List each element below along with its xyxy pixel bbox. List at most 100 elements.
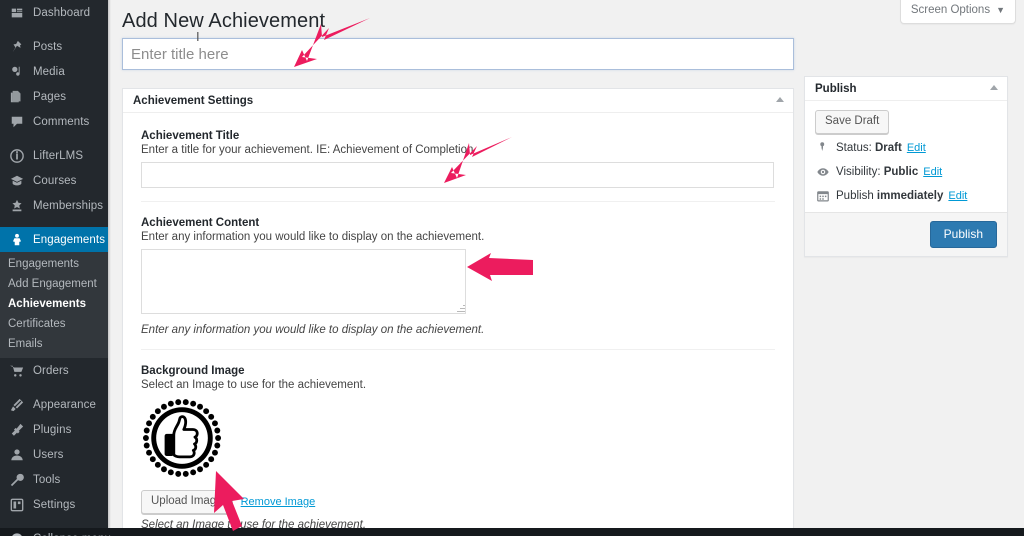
publish-row: Visibility: Public Edit	[815, 160, 997, 184]
media-icon	[8, 63, 26, 81]
major-publishing-actions: Publish	[805, 212, 1007, 256]
publish-metabox-body: Save Draft Status: Draft Edit Visibility: …	[805, 101, 1007, 212]
metabox-title: Achievement Settings	[133, 94, 254, 107]
chevron-up-icon[interactable]	[990, 84, 998, 90]
publish-row: Status: Draft Edit	[815, 136, 997, 160]
publish-metabox-header[interactable]: Publish	[805, 77, 1007, 101]
pages-icon	[8, 88, 26, 106]
courses-icon	[8, 172, 26, 190]
minor-publishing-actions: Save Draft	[815, 110, 997, 136]
sidebar-item-label: Courses	[33, 174, 77, 187]
field-label: Background Image	[141, 365, 245, 377]
sidebar-item-label: Dashboard	[33, 6, 91, 19]
collapse-menu-label: Collapse menu	[33, 533, 111, 536]
sidebar-item-memberships[interactable]: Memberships	[0, 193, 108, 218]
sidebar-item-dashboard[interactable]: Dashboard	[0, 0, 108, 25]
edit-link[interactable]: Edit	[948, 189, 967, 203]
publish-row-value: Draft	[875, 142, 902, 154]
field-background-image: Background Image Select an Image to use …	[141, 362, 775, 533]
save-draft-button[interactable]: Save Draft	[815, 110, 890, 134]
sidebar-item-settings[interactable]: Settings	[0, 492, 108, 517]
misc-publishing-actions: Status: Draft Edit Visibility: Public Edit P…	[815, 136, 997, 208]
submenu-item-achievements[interactable]: Achievements	[0, 294, 108, 314]
sidebar-item-label: Settings	[33, 498, 76, 511]
menu-separator	[0, 134, 108, 143]
screen-options-button[interactable]: Screen Options ▼	[899, 0, 1016, 24]
sidebar-item-pages[interactable]: Pages	[0, 84, 108, 109]
wp-admin-screen: Dashboard Posts Media Pages Comments LifterLM…	[0, 0, 1024, 536]
sidebar-item-label: Media	[33, 65, 65, 78]
field-description: Enter a title for your achievement. IE: …	[141, 144, 474, 156]
metabox-body: Achievement Title Enter a title for your…	[123, 113, 793, 536]
menu-separator	[0, 218, 108, 227]
publish-row: Publish immediately Edit	[815, 184, 997, 208]
admin-content-area: Screen Options ▼ Add New Achievement I A…	[108, 0, 1024, 536]
collapse-icon	[8, 530, 26, 536]
sidebar-item-comments[interactable]: Comments	[0, 109, 108, 134]
collapse-menu-button[interactable]: Collapse menu	[0, 526, 111, 536]
sidebar-item-label: Memberships	[33, 199, 104, 212]
publish-row-text: Status: Draft	[836, 142, 902, 154]
admin-sidebar: Dashboard Posts Media Pages Comments LifterLM…	[0, 0, 116, 536]
sidebar-item-lifterlms[interactable]: LifterLMS	[0, 143, 108, 168]
lifterlms-icon	[8, 147, 26, 165]
sidebar-item-media[interactable]: Media	[0, 59, 108, 84]
title-field-wrap: I	[122, 30, 794, 70]
sidebar-item-plugins[interactable]: Plugins	[0, 417, 108, 442]
upload-row: Upload Image Remove Image	[141, 490, 775, 514]
sidebar-item-label: Tools	[33, 473, 61, 486]
page-title: Add New Achievement	[122, 10, 326, 32]
field-description: Enter any information you would like to …	[141, 231, 485, 243]
field-achievement-content: Achievement Content Enter any informatio…	[141, 214, 775, 350]
sidebar-item-courses[interactable]: Courses	[0, 168, 108, 193]
field-achievement-title: Achievement Title Enter a title for your…	[141, 127, 775, 202]
textarea-wrap	[141, 249, 466, 314]
sidebar-item-users[interactable]: Users	[0, 442, 108, 467]
post-body: I Achievement Settings Achievement Title…	[122, 30, 1016, 536]
upload-image-button[interactable]: Upload Image	[141, 490, 233, 514]
sidebar-item-tools[interactable]: Tools	[0, 467, 108, 492]
edit-link[interactable]: Edit	[923, 165, 942, 179]
field-label: Achievement Title	[141, 130, 240, 142]
tools-icon	[8, 471, 26, 489]
users-icon	[8, 446, 26, 464]
post-status-icon	[815, 142, 831, 154]
chevron-up-icon[interactable]	[776, 96, 784, 102]
edit-link[interactable]: Edit	[907, 141, 926, 155]
sidebar-item-label: Orders	[33, 364, 69, 377]
remove-image-link[interactable]: Remove Image	[241, 496, 316, 508]
menu-separator	[0, 383, 108, 392]
dashboard-icon	[8, 4, 26, 22]
menu-separator	[0, 517, 108, 526]
achievement-content-textarea[interactable]	[141, 249, 466, 314]
sidebar-item-label: LifterLMS	[33, 149, 84, 162]
sidebar-item-label: Engagements	[33, 233, 106, 246]
chevron-down-icon: ▼	[996, 5, 1005, 15]
field-note: Enter any information you would like to …	[141, 324, 485, 336]
sidebar-item-label: Users	[33, 448, 64, 461]
publish-button[interactable]: Publish	[929, 221, 997, 248]
cart-icon	[8, 362, 26, 380]
menu-separator	[0, 25, 108, 34]
publish-row-value: immediately	[876, 190, 944, 202]
metabox-header[interactable]: Achievement Settings	[123, 89, 793, 113]
sidebar-item-engagements[interactable]: Engagements	[0, 227, 116, 252]
sidebar-item-appearance[interactable]: Appearance	[0, 392, 108, 417]
field-description: Select an Image to use for the achieveme…	[141, 379, 367, 391]
calendar-icon	[815, 190, 831, 202]
settings-icon	[8, 496, 26, 514]
sidebar-item-orders[interactable]: Orders	[0, 358, 108, 383]
engagements-submenu: Engagements Add Engagement Achievements Cer…	[0, 252, 108, 358]
pin-icon	[8, 38, 26, 56]
submenu-item-certificates[interactable]: Certificates	[0, 314, 108, 334]
post-title-input[interactable]	[122, 38, 794, 70]
sidebar-shadow	[108, 0, 111, 528]
engagements-icon	[8, 231, 26, 249]
achievement-title-input[interactable]	[141, 162, 774, 188]
submenu-item-emails[interactable]: Emails	[0, 334, 108, 354]
appearance-icon	[8, 396, 26, 414]
sidebar-item-posts[interactable]: Posts	[0, 34, 108, 59]
submenu-item-engagements[interactable]: Engagements	[0, 254, 108, 274]
comments-icon	[8, 113, 26, 131]
submenu-item-add-engagement[interactable]: Add Engagement	[0, 274, 108, 294]
